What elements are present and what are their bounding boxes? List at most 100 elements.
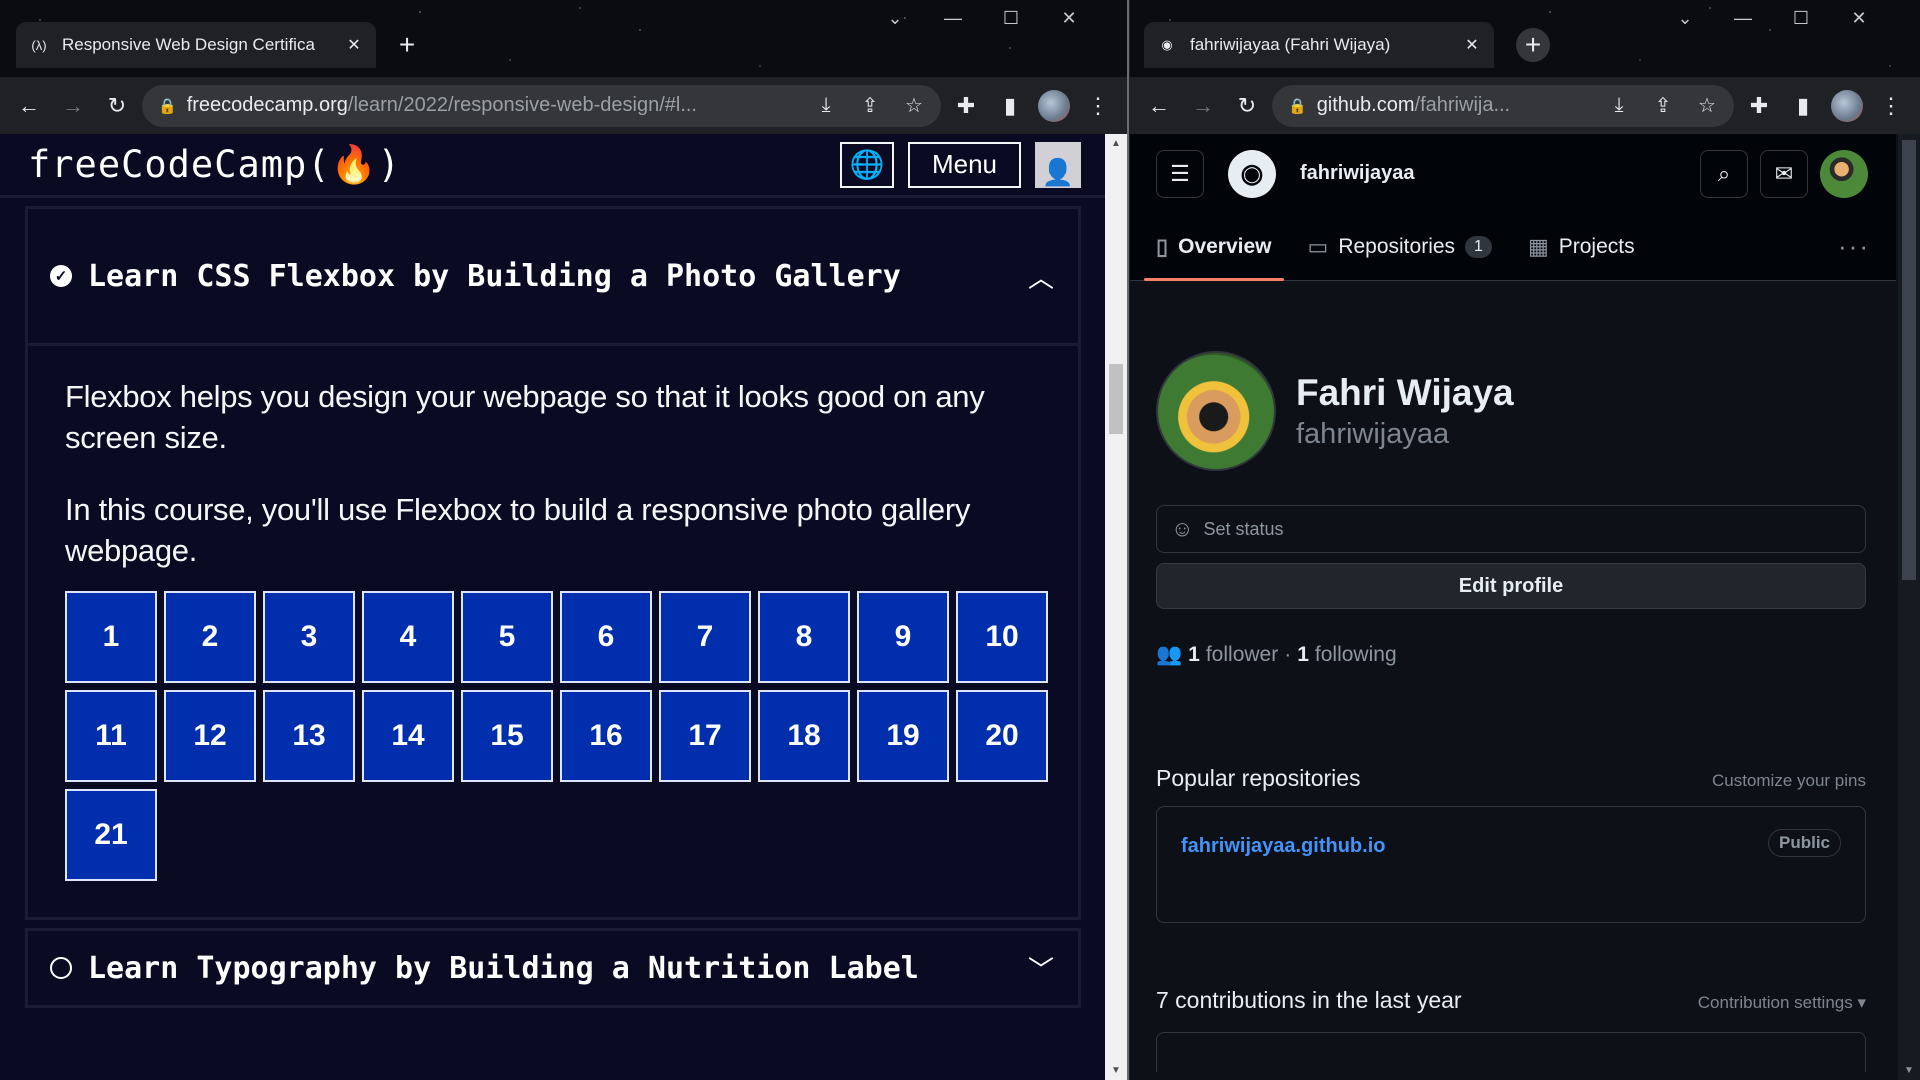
- scroll-down-arrow-icon[interactable]: ▼: [1898, 1065, 1920, 1076]
- step-button[interactable]: 19: [857, 690, 949, 782]
- right-new-tab-button[interactable]: +: [1516, 28, 1550, 62]
- right-tab-close-icon[interactable]: ✕: [1462, 35, 1482, 55]
- menu-button[interactable]: Menu: [907, 141, 1021, 188]
- left-browser-window: (λ) Responsive Web Design Certifica ✕ + …: [0, 0, 1129, 1080]
- followers-count[interactable]: 1: [1188, 643, 1200, 667]
- star-icon[interactable]: ☆: [897, 93, 931, 118]
- edit-profile-button[interactable]: Edit profile: [1156, 563, 1866, 609]
- extensions-icon[interactable]: ✚: [947, 87, 985, 125]
- step-button[interactable]: 1: [65, 591, 157, 683]
- step-button[interactable]: 13: [263, 690, 355, 782]
- step-button[interactable]: 12: [164, 690, 256, 782]
- step-button[interactable]: 21: [65, 789, 157, 881]
- header-username[interactable]: fahriwijayaa: [1300, 162, 1700, 185]
- contribution-settings-dropdown[interactable]: Contribution settings ▾: [1698, 993, 1866, 1013]
- tab-projects[interactable]: ▦ Projects: [1528, 213, 1635, 281]
- step-button[interactable]: 20: [956, 690, 1048, 782]
- step-button[interactable]: 17: [659, 690, 751, 782]
- profile-avatar[interactable]: [1035, 87, 1073, 125]
- download-icon[interactable]: ⤓: [809, 94, 843, 117]
- step-button[interactable]: 9: [857, 591, 949, 683]
- followers-label[interactable]: follower: [1206, 643, 1278, 667]
- forward-icon[interactable]: →: [54, 87, 92, 125]
- set-status-button[interactable]: ☺ Set status: [1156, 505, 1866, 553]
- sidepanel-icon[interactable]: ▮: [1784, 87, 1822, 125]
- left-maximize-button[interactable]: ☐: [996, 8, 1026, 29]
- step-button[interactable]: 5: [461, 591, 553, 683]
- download-icon[interactable]: ⤓: [1602, 94, 1636, 117]
- block-typography-header[interactable]: Learn Typography by Building a Nutrition…: [25, 928, 1081, 1008]
- right-maximize-button[interactable]: ☐: [1786, 8, 1816, 29]
- following-label[interactable]: following: [1315, 643, 1397, 667]
- step-button[interactable]: 11: [65, 690, 157, 782]
- left-new-tab-button[interactable]: +: [390, 28, 424, 62]
- step-button[interactable]: 15: [461, 690, 553, 782]
- step-button[interactable]: 6: [560, 591, 652, 683]
- search-icon[interactable]: ⌕: [1700, 149, 1748, 198]
- left-tab-close-icon[interactable]: ✕: [344, 35, 364, 55]
- chevron-down-icon[interactable]: ﹀: [1028, 950, 1054, 987]
- left-minimize-button[interactable]: —: [938, 8, 968, 29]
- left-tab[interactable]: (λ) Responsive Web Design Certifica ✕: [16, 22, 376, 68]
- right-scrollbar[interactable]: ▲ ▼: [1898, 134, 1920, 1080]
- back-icon[interactable]: ←: [10, 87, 48, 125]
- menu-icon[interactable]: ⋮: [1079, 87, 1117, 125]
- left-scrollbar[interactable]: ▲ ▼: [1105, 134, 1127, 1080]
- user-avatar[interactable]: 👤: [1035, 141, 1081, 188]
- language-globe-icon[interactable]: 🌐: [839, 141, 894, 188]
- hamburger-menu-icon[interactable]: ☰: [1156, 149, 1204, 198]
- repo-name-link[interactable]: fahriwijayaa.github.io: [1181, 835, 1768, 858]
- lock-icon: 🔒: [1288, 97, 1307, 115]
- share-icon[interactable]: ⇪: [853, 93, 887, 118]
- profile-avatar-large[interactable]: [1156, 351, 1276, 471]
- profile-avatar[interactable]: [1828, 87, 1866, 125]
- right-close-window-button[interactable]: ✕: [1844, 8, 1874, 29]
- fcc-logo[interactable]: freeCodeCamp(🔥): [28, 143, 840, 187]
- chevron-up-icon[interactable]: ︿: [1028, 258, 1054, 295]
- fcc-content: ✓ Learn CSS Flexbox by Building a Photo …: [0, 198, 1105, 1080]
- step-button[interactable]: 10: [956, 591, 1048, 683]
- sidepanel-icon[interactable]: ▮: [991, 87, 1029, 125]
- tab-overview[interactable]: ▯ Overview: [1144, 213, 1283, 281]
- set-status-label: Set status: [1203, 518, 1284, 539]
- menu-icon[interactable]: ⋮: [1872, 87, 1910, 125]
- step-button[interactable]: 14: [362, 690, 454, 782]
- left-address-bar[interactable]: 🔒 freecodecamp.org/learn/2022/responsive…: [142, 84, 941, 127]
- block-flexbox-header[interactable]: ✓ Learn CSS Flexbox by Building a Photo …: [25, 206, 1081, 346]
- left-toolbar: ← → ↻ 🔒 freecodecamp.org/learn/2022/resp…: [0, 77, 1127, 134]
- forward-icon[interactable]: →: [1184, 87, 1222, 125]
- left-close-window-button[interactable]: ✕: [1054, 8, 1084, 29]
- left-tab-search-icon[interactable]: ⌄: [880, 8, 910, 29]
- reload-icon[interactable]: ↻: [98, 87, 136, 125]
- step-grid: 1 2 3 4 5 6 7 8 9 10 11 12 13 14 15 16 17 18 19 20 21: [65, 591, 1048, 881]
- step-button[interactable]: 16: [560, 690, 652, 782]
- header-avatar[interactable]: [1820, 149, 1868, 198]
- share-icon[interactable]: ⇪: [1646, 93, 1680, 118]
- extensions-icon[interactable]: ✚: [1740, 87, 1778, 125]
- right-tab-search-icon[interactable]: ⌄: [1670, 8, 1700, 29]
- star-icon[interactable]: ☆: [1690, 93, 1724, 118]
- step-button[interactable]: 4: [362, 591, 454, 683]
- left-scroll-thumb[interactable]: [1109, 364, 1123, 434]
- back-icon[interactable]: ←: [1140, 87, 1178, 125]
- right-tab[interactable]: ◉ fahriwijayaa (Fahri Wijaya) ✕: [1144, 22, 1494, 68]
- github-logo-icon[interactable]: ◉: [1228, 149, 1276, 198]
- left-tab-title: Responsive Web Design Certifica: [62, 35, 315, 54]
- tab-repositories[interactable]: ▭ Repositories 1: [1308, 213, 1492, 281]
- right-address-bar[interactable]: 🔒 github.com/fahriwija... ⤓ ⇪ ☆: [1272, 84, 1734, 127]
- block-flexbox: ✓ Learn CSS Flexbox by Building a Photo …: [25, 206, 1081, 920]
- reload-icon[interactable]: ↻: [1228, 87, 1266, 125]
- step-button[interactable]: 7: [659, 591, 751, 683]
- scroll-up-arrow-icon[interactable]: ▲: [1105, 138, 1127, 149]
- step-button[interactable]: 8: [758, 591, 850, 683]
- following-count[interactable]: 1: [1297, 643, 1309, 667]
- more-options-icon[interactable]: ···: [1838, 231, 1870, 262]
- right-minimize-button[interactable]: —: [1728, 8, 1758, 29]
- customize-pins-link[interactable]: Customize your pins: [1712, 771, 1866, 791]
- inbox-icon[interactable]: ✉: [1760, 149, 1808, 198]
- step-button[interactable]: 3: [263, 591, 355, 683]
- step-button[interactable]: 2: [164, 591, 256, 683]
- step-button[interactable]: 18: [758, 690, 850, 782]
- scroll-down-arrow-icon[interactable]: ▼: [1105, 1065, 1127, 1076]
- right-scroll-thumb[interactable]: [1902, 140, 1916, 580]
